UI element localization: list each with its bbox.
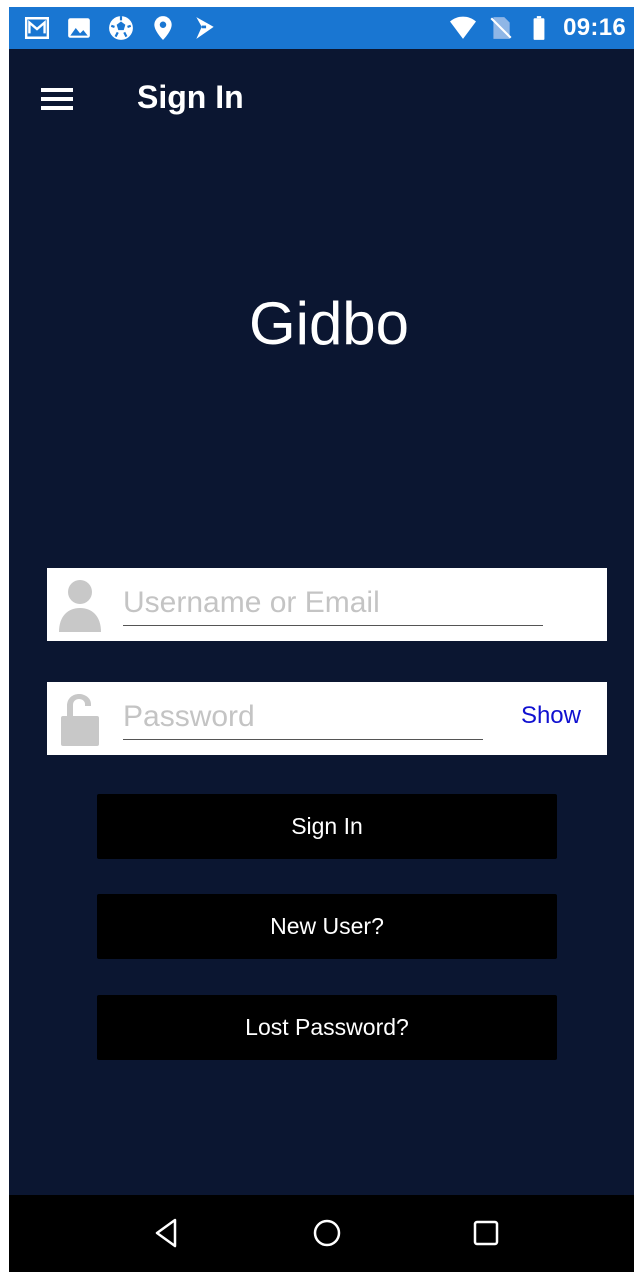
device-screen: 09:16 Sign In Gidbo Show Sign In New Use…	[9, 7, 634, 1272]
image-icon	[65, 14, 93, 42]
sign-in-button[interactable]: Sign In	[97, 794, 557, 859]
password-input[interactable]	[123, 694, 483, 740]
lost-password-button[interactable]: Lost Password?	[97, 995, 557, 1060]
unlock-icon	[59, 692, 101, 746]
soccer-ball-icon	[107, 14, 135, 42]
gmail-icon	[23, 14, 51, 42]
page-title: Sign In	[137, 79, 244, 115]
navigation-bar	[9, 1195, 634, 1272]
status-system: 09:16	[449, 14, 626, 42]
username-input[interactable]	[123, 580, 543, 626]
wifi-icon	[449, 14, 477, 42]
password-field: Show	[47, 682, 607, 755]
user-icon	[59, 578, 101, 632]
username-field	[47, 568, 607, 641]
show-password-button[interactable]: Show	[521, 702, 581, 730]
hamburger-menu-icon[interactable]	[39, 85, 75, 113]
app-notification-icon	[191, 14, 219, 42]
no-sim-icon	[487, 14, 515, 42]
status-time: 09:16	[563, 14, 626, 41]
location-icon	[149, 14, 177, 42]
back-icon[interactable]	[149, 1215, 185, 1251]
battery-icon	[525, 14, 553, 42]
app-bar: Sign In	[9, 49, 634, 155]
recents-icon[interactable]	[468, 1215, 504, 1251]
new-user-button[interactable]: New User?	[97, 894, 557, 959]
home-icon[interactable]	[309, 1215, 345, 1251]
status-bar: 09:16	[9, 7, 634, 49]
brand-name: Gidbo	[248, 290, 410, 357]
status-notifications	[23, 14, 219, 42]
